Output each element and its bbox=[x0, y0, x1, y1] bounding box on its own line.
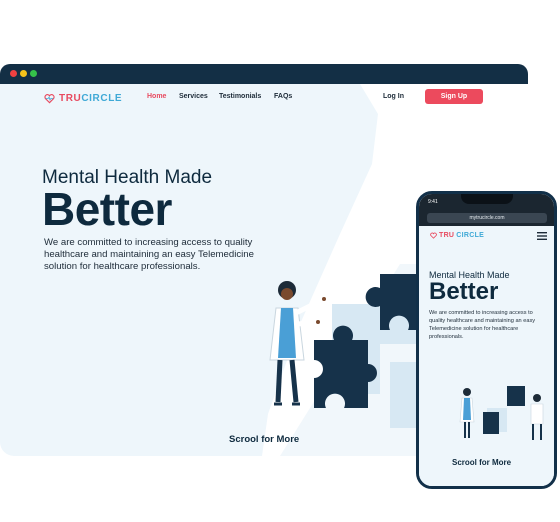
scroll-prompt[interactable]: Scrool for More bbox=[229, 434, 299, 445]
phone-browser-bar: 9:41 mytrucircle.com bbox=[419, 194, 554, 226]
phone-url-bar[interactable]: mytrucircle.com bbox=[427, 213, 547, 223]
signup-button[interactable]: Sign Up bbox=[425, 89, 483, 104]
nav-faqs[interactable]: FAQs bbox=[274, 93, 292, 100]
phone-mockup: 9:41 mytrucircle.com TRU CIRCLE Mental He… bbox=[416, 191, 557, 489]
minimize-window-button[interactable] bbox=[20, 70, 27, 77]
heart-logo-icon bbox=[430, 232, 437, 239]
phone-url-text: mytrucircle.com bbox=[469, 215, 505, 221]
heart-logo-icon bbox=[44, 93, 55, 103]
hero-title: Better bbox=[42, 183, 172, 235]
hamburger-menu-icon[interactable] bbox=[537, 232, 547, 240]
close-window-button[interactable] bbox=[10, 70, 17, 77]
brand-name-tru: TRU bbox=[59, 92, 82, 104]
nav-services[interactable]: Services bbox=[179, 93, 208, 100]
phone-scroll-prompt[interactable]: Scrool for More bbox=[452, 458, 511, 467]
phone-status-time: 9:41 bbox=[428, 199, 438, 205]
brand-logo[interactable]: TRUCIRCLE bbox=[44, 91, 122, 105]
phone-brand-circle: CIRCLE bbox=[456, 232, 485, 239]
phone-page: TRU CIRCLE Mental Health Made Better We a… bbox=[419, 226, 554, 486]
phone-hero-title: Better bbox=[429, 278, 499, 305]
maximize-window-button[interactable] bbox=[30, 70, 37, 77]
nav-testimonials[interactable]: Testimonials bbox=[219, 93, 261, 100]
login-link[interactable]: Log In bbox=[383, 93, 404, 100]
phone-hero-description: We are committed to increasing access to… bbox=[429, 310, 536, 340]
hero-description: We are committed to increasing access to… bbox=[44, 237, 254, 272]
phone-doctor-puzzle-illustration bbox=[459, 386, 544, 440]
brand-name-circle: CIRCLE bbox=[81, 92, 123, 104]
window-titlebar bbox=[0, 64, 528, 84]
phone-brand-logo[interactable]: TRU CIRCLE bbox=[430, 232, 484, 239]
nav-home[interactable]: Home bbox=[147, 93, 166, 100]
phone-brand-tru: TRU bbox=[439, 232, 455, 239]
phone-notch bbox=[461, 194, 513, 204]
